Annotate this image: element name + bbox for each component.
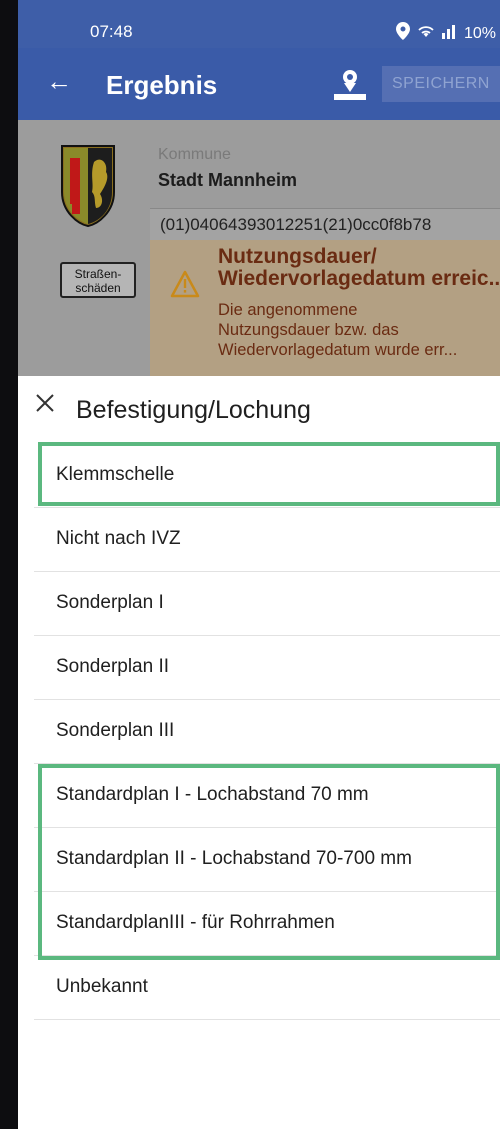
city-crest-icon xyxy=(60,144,116,228)
warning-title: Nutzungsdauer/ Wiedervorlagedatum erreic… xyxy=(218,246,500,290)
kommune-value: Stadt Mannheim xyxy=(158,170,298,190)
location-icon xyxy=(395,22,410,45)
status-bar: 07:48 10% xyxy=(18,0,500,48)
phone-screen: 07:48 10% ← Ergebnis SPEICHERN Kommune S… xyxy=(18,0,500,1129)
map-marker-icon[interactable] xyxy=(332,68,368,102)
app-bar: ← Ergebnis SPEICHERN xyxy=(18,48,500,120)
warning-title-line-2: Wiedervorlagedatum erreic... xyxy=(218,267,500,290)
option-label: Nicht nach IVZ xyxy=(56,528,181,549)
warning-text-line-3: Wiedervorlagedatum wurde err... xyxy=(218,341,458,359)
sign-line-2: schäden xyxy=(75,281,121,295)
save-button[interactable]: SPEICHERN xyxy=(382,66,500,102)
kommune-label: Kommune xyxy=(158,146,231,163)
close-icon[interactable] xyxy=(34,392,56,414)
option-label: Sonderplan III xyxy=(56,720,175,741)
option-label: StandardplanIII - für Rohrrahmen xyxy=(56,912,335,933)
warning-title-line-1: Nutzungsdauer/ xyxy=(218,246,377,268)
option-standardplan-1[interactable]: Standardplan I - Lochabstand 70 mm xyxy=(34,764,500,828)
option-label: Standardplan II - Lochabstand 70-700 mm xyxy=(56,848,412,869)
option-klemmschelle[interactable]: Klemmschelle xyxy=(34,444,500,508)
warning-triangle-icon xyxy=(170,270,200,298)
code-bar: (01)04064393012251(21)0cc0f8b78 xyxy=(150,208,500,241)
option-nicht-nach-ivz[interactable]: Nicht nach IVZ xyxy=(34,508,500,572)
warning-text-line-1: Die angenommene xyxy=(218,301,358,319)
sheet-title: Befestigung/Lochung xyxy=(76,396,311,424)
sheet-header: Befestigung/Lochung xyxy=(18,376,500,444)
option-standardplan-3[interactable]: StandardplanIII - für Rohrrahmen xyxy=(34,892,500,956)
warning-box: Nutzungsdauer/ Wiedervorlagedatum erreic… xyxy=(150,240,500,376)
warning-text: Die angenommene Nutzungsdauer bzw. das W… xyxy=(218,300,500,360)
option-label: Standardplan I - Lochabstand 70 mm xyxy=(56,784,369,805)
result-card: Kommune Stadt Mannheim (01)0406439301225… xyxy=(18,120,500,376)
selection-sheet: Befestigung/Lochung Klemmschelle Nicht n… xyxy=(18,376,500,1129)
option-label: Unbekannt xyxy=(56,976,148,997)
option-unbekannt[interactable]: Unbekannt xyxy=(34,956,500,1020)
option-label: Sonderplan II xyxy=(56,656,170,677)
option-list: Klemmschelle Nicht nach IVZ Sonderplan I… xyxy=(34,444,500,1020)
page-title: Ergebnis xyxy=(106,70,218,100)
option-sonderplan-1[interactable]: Sonderplan I xyxy=(34,572,500,636)
strassenschaeden-sign: Straßen- schäden xyxy=(60,262,136,298)
status-time: 07:48 xyxy=(90,22,133,41)
item-code: (01)04064393012251(21)0cc0f8b78 xyxy=(160,215,432,234)
back-arrow-icon[interactable]: ← xyxy=(46,68,72,94)
wifi-icon xyxy=(416,23,436,44)
battery-level: 10% xyxy=(463,24,496,42)
signal-icon xyxy=(441,23,458,44)
option-standardplan-2[interactable]: Standardplan II - Lochabstand 70-700 mm xyxy=(34,828,500,892)
sign-line-1: Straßen- xyxy=(74,267,122,281)
option-sonderplan-3[interactable]: Sonderplan III xyxy=(34,700,500,764)
option-label: Sonderplan I xyxy=(56,592,164,613)
option-label: Klemmschelle xyxy=(56,464,175,485)
warning-text-line-2: Nutzungsdauer bzw. das xyxy=(218,321,399,339)
option-sonderplan-2[interactable]: Sonderplan II xyxy=(34,636,500,700)
status-icons: 10% xyxy=(395,22,496,45)
